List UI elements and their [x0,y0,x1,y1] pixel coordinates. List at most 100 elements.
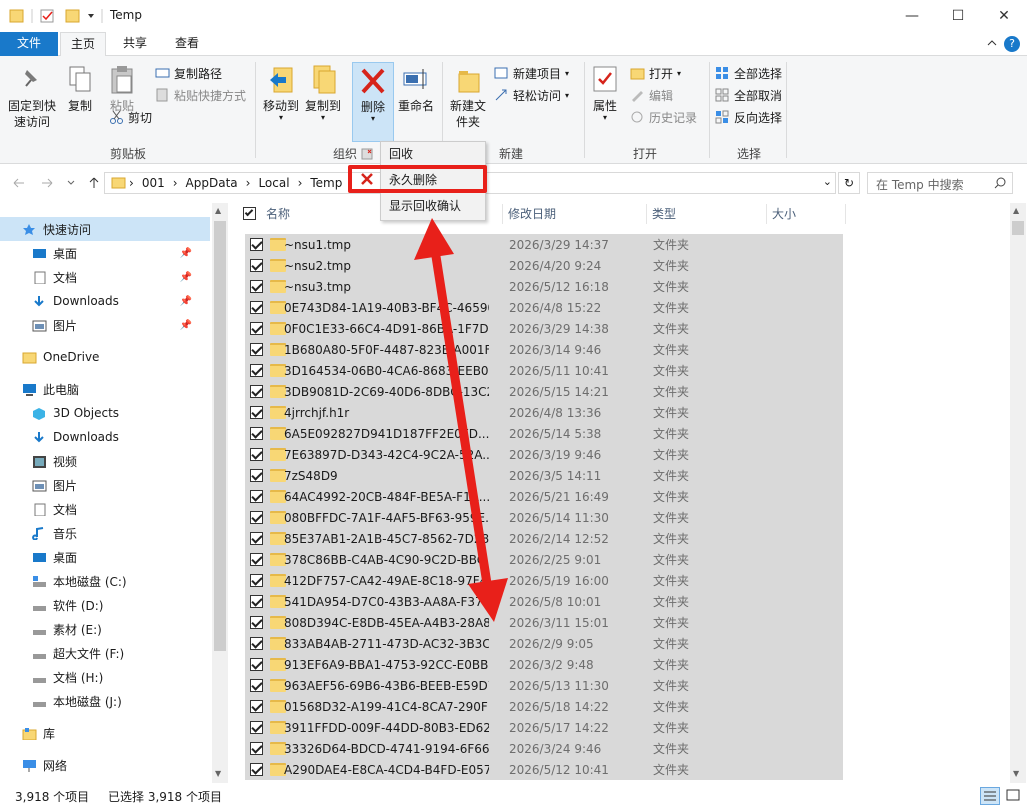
scroll-up-icon[interactable]: ▲ [215,206,221,215]
open-button[interactable]: 打开 ▾ [630,62,697,84]
separator[interactable] [845,204,846,224]
edit-button[interactable]: 编辑 [630,84,697,106]
file-row[interactable]: ~nsu3.tmp 2026/5/12 16:18 文件夹 [245,276,843,297]
cut-button[interactable]: 剪切 [109,106,246,128]
row-checkbox[interactable] [250,679,263,692]
copy-to-button[interactable]: 复制到 ▾ [302,64,344,122]
nav-item[interactable]: 3D Objects [0,401,210,425]
column-type[interactable]: 类型 [652,200,676,228]
move-to-button[interactable]: 移动到 ▾ [260,64,302,122]
row-checkbox[interactable] [250,427,263,440]
row-checkbox[interactable] [250,406,263,419]
tab-view[interactable]: 查看 [164,32,210,56]
nav-item[interactable]: 库 [0,721,210,745]
nav-item[interactable]: 快速访问 [0,217,210,241]
file-row[interactable]: 808D394C-E8DB-45EA-A4B3-28A8... 2026/3/11… [245,612,843,633]
row-checkbox[interactable] [250,511,263,524]
invert-selection-button[interactable]: 反向选择 [715,106,782,128]
address-dropdown-icon[interactable]: ⌄ [823,175,832,188]
file-row[interactable]: 6A5E092827D941D187FF2E0FD... 2026/5/14 5:… [245,423,843,444]
help-button[interactable]: ? [1004,36,1020,52]
properties-button[interactable]: 属性 ▾ [588,64,622,122]
nav-item[interactable]: 本地磁盘 (J:) [0,689,210,713]
scroll-down-icon[interactable]: ▼ [1013,769,1019,778]
row-checkbox[interactable] [250,721,263,734]
breadcrumb-item[interactable]: 001 [142,176,165,190]
file-row[interactable]: A290DAE4-E8CA-4CD4-B4FD-E057... 2026/5/12… [245,759,843,780]
row-checkbox[interactable] [250,532,263,545]
refresh-button[interactable]: ↻ [838,172,860,194]
file-row[interactable]: 85E37AB1-2A1B-45C7-8562-7D28... 2026/2/14… [245,528,843,549]
nav-item[interactable]: OneDrive [0,345,210,369]
row-checkbox[interactable] [250,616,263,629]
pin-quick-access-button[interactable]: 固定到快速访问 [4,64,60,130]
quick-access-toolbar[interactable] [8,7,108,25]
nav-item[interactable]: 素材 (E:) [0,617,210,641]
nav-item[interactable]: 桌面 [0,545,210,569]
nav-item[interactable]: Downloads 📌 [0,289,210,313]
breadcrumb-item[interactable]: AppData [186,176,238,190]
row-checkbox[interactable] [250,448,263,461]
file-row[interactable]: 963AEF56-69B6-43B6-BEEB-E59D7... 2026/5/1… [245,675,843,696]
nav-item[interactable]: 图片 [0,473,210,497]
nav-item[interactable]: 图片 📌 [0,313,210,337]
search-input[interactable]: 在 Temp 中搜索 [867,172,1013,194]
row-checkbox[interactable] [250,658,263,671]
row-checkbox[interactable] [250,322,263,335]
delete-button[interactable]: 删除 ▾ [352,62,394,142]
copy-path-button[interactable]: 复制路径 [155,62,246,84]
file-row[interactable]: 7zS48D9 2026/3/5 14:11 文件夹 [245,465,843,486]
easy-access-button[interactable]: 轻松访问 ▾ [494,84,569,106]
breadcrumb-item[interactable]: Local [258,176,289,190]
file-row[interactable]: 33326D64-BDCD-4741-9194-6F666... 2026/3/2… [245,738,843,759]
nav-item[interactable]: 软件 (D:) [0,593,210,617]
file-row[interactable]: 913EF6A9-BBA1-4753-92CC-E0BB8... 2026/3/2… [245,654,843,675]
row-checkbox[interactable] [250,763,263,776]
select-all-button[interactable]: 全部选择 [715,62,782,84]
maximize-button[interactable]: ☐ [935,0,981,32]
nav-scrollbar[interactable]: ▲ ▼ [212,203,228,783]
file-row[interactable]: 64AC4992-20CB-484F-BE5A-F1A... 2026/5/21 … [245,486,843,507]
new-folder-button[interactable]: 新建文件夹 [447,64,489,130]
file-row[interactable]: 080BFFDC-7A1F-4AF5-BF63-959E... 2026/5/14… [245,507,843,528]
large-icons-view-button[interactable] [1004,787,1024,805]
nav-item[interactable]: 文档 [0,497,210,521]
file-list-scrollbar[interactable]: ▲ ▼ [1010,203,1026,783]
file-row[interactable]: 3D164534-06B0-4CA6-8683-EEB03... 2026/5/1… [245,360,843,381]
breadcrumb-item[interactable]: Temp [310,176,342,190]
row-checkbox[interactable] [250,742,263,755]
select-all-checkbox[interactable] [243,207,256,220]
file-row[interactable]: 833AB4AB-2711-473D-AC32-3B3C... 2026/2/9 … [245,633,843,654]
file-row[interactable]: ~nsu1.tmp 2026/3/29 14:37 文件夹 [245,234,843,255]
column-name[interactable]: 名称 [266,200,290,228]
paste-shortcut-button[interactable]: 粘贴快捷方式 [155,84,246,106]
file-row[interactable]: 01568D32-A199-41C4-8CA7-290F1... 2026/5/1… [245,696,843,717]
nav-item[interactable]: 此电脑 [0,377,210,401]
row-checkbox[interactable] [250,469,263,482]
nav-item[interactable]: 桌面 📌 [0,241,210,265]
details-view-button[interactable] [980,787,1000,805]
file-row[interactable]: 412DF757-CA42-49AE-8C18-97F4A... 2026/5/1… [245,570,843,591]
minimize-button[interactable]: — [889,0,935,32]
nav-item[interactable]: 文档 (H:) [0,665,210,689]
tab-home[interactable]: 主页 [60,32,106,57]
row-checkbox[interactable] [250,553,263,566]
nav-item[interactable]: 网络 [0,753,210,777]
file-row[interactable]: 4jrrchjf.h1r 2026/4/8 13:36 文件夹 [245,402,843,423]
separator[interactable] [766,204,767,224]
nav-item[interactable]: 文档 📌 [0,265,210,289]
row-checkbox[interactable] [250,280,263,293]
scroll-thumb[interactable] [214,221,226,651]
file-row[interactable]: 3911FFDD-009F-44DD-80B3-ED62... 2026/5/17… [245,717,843,738]
menu-item-recycle[interactable]: 回收 [381,142,485,166]
file-row[interactable]: ~nsu2.tmp 2026/4/20 9:24 文件夹 [245,255,843,276]
history-button[interactable]: 历史记录 [630,106,697,128]
tab-share[interactable]: 共享 [112,32,158,56]
row-checkbox[interactable] [250,238,263,251]
row-checkbox[interactable] [250,490,263,503]
nav-item[interactable]: 视频 [0,449,210,473]
nav-item[interactable]: Downloads [0,425,210,449]
file-row[interactable]: 541DA954-D7C0-43B3-AA8A-F374... 2026/5/8 … [245,591,843,612]
row-checkbox[interactable] [250,385,263,398]
file-row[interactable]: 7E63897D-D343-42C4-9C2A-52A... 2026/3/19 … [245,444,843,465]
